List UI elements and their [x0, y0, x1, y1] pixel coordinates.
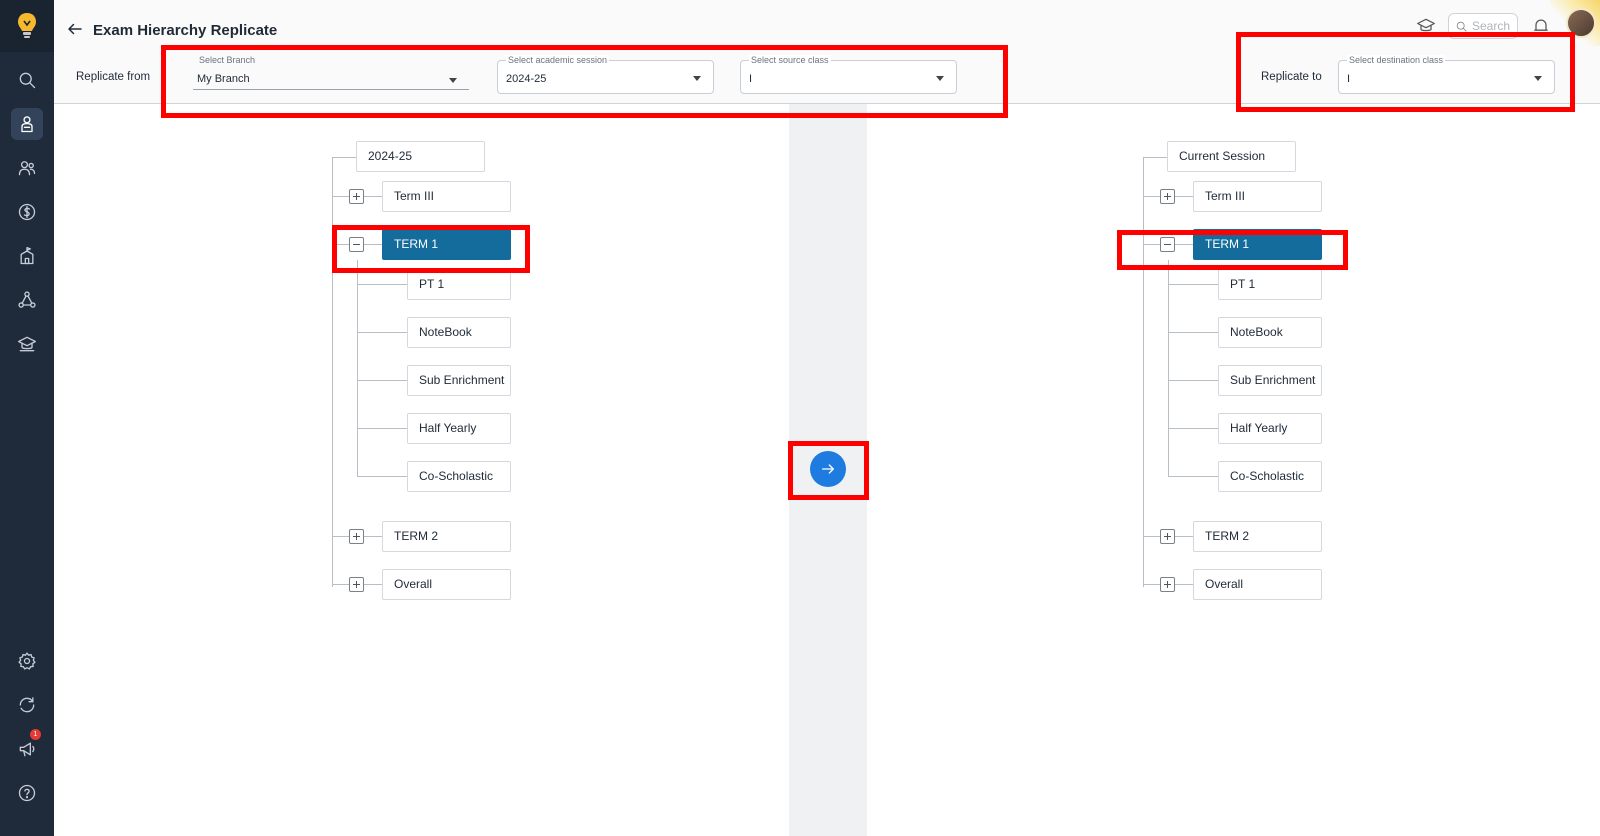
tree-exam-node[interactable]: PT 1	[407, 269, 511, 300]
replicate-from-label: Replicate from	[76, 71, 151, 83]
tree-sub-branch-line	[357, 476, 407, 477]
tree-branch-line	[1143, 157, 1167, 158]
tree-trunk-line	[332, 157, 333, 587]
tree-sub-branch-line	[357, 380, 407, 381]
tree-sub-branch-line	[1168, 332, 1218, 333]
tree-exam-node[interactable]: PT 1	[1218, 269, 1322, 300]
tree-exam-node[interactable]: NoteBook	[1218, 317, 1322, 348]
nav-sync[interactable]	[11, 689, 43, 721]
dollar-icon	[18, 203, 36, 221]
tree-root-node[interactable]: 2024-25	[356, 141, 485, 172]
tree-sub-branch-line	[1168, 428, 1218, 429]
tree-root-node[interactable]: Current Session	[1167, 141, 1296, 172]
expand-toggle[interactable]	[349, 529, 364, 544]
tree-term-node[interactable]: Overall	[382, 569, 511, 600]
source-selectors-highlight	[161, 45, 1008, 118]
tree-term-node[interactable]: Term III	[382, 181, 511, 212]
lightbulb-logo-icon	[18, 13, 36, 38]
tree-exam-node[interactable]: Co-Scholastic	[407, 461, 511, 492]
tree-sub-branch-line	[1168, 476, 1218, 477]
building-icon	[20, 247, 34, 265]
megaphone-icon	[19, 742, 35, 757]
refresh-icon	[19, 697, 35, 713]
tree-term-node[interactable]: TERM 2	[382, 521, 511, 552]
nav-announcements[interactable]: 1	[11, 729, 43, 765]
tree-sub-branch-line	[1168, 284, 1218, 285]
tree-sub-branch-line	[357, 428, 407, 429]
nav-exams[interactable]	[11, 108, 43, 140]
app-root: 1 Exam Hierarchy Replicate Search Replic…	[0, 0, 1600, 836]
gear-icon	[18, 652, 36, 670]
back-button[interactable]	[66, 20, 86, 40]
destination-term1-highlight	[1117, 230, 1348, 270]
nav-academics[interactable]	[11, 328, 43, 360]
graduation-icon	[18, 336, 36, 352]
search-icon	[1456, 21, 1467, 32]
source-term1-highlight	[332, 225, 530, 273]
nav-people[interactable]	[11, 152, 43, 184]
search-icon	[19, 72, 36, 89]
tree-trunk-line	[1143, 157, 1144, 587]
nav-institute[interactable]	[11, 240, 43, 272]
tree-branch-line	[332, 157, 356, 158]
app-logo[interactable]	[0, 0, 54, 52]
expand-toggle[interactable]	[349, 189, 364, 204]
sidebar: 1	[0, 0, 54, 836]
expand-toggle[interactable]	[349, 577, 364, 592]
tree-exam-node[interactable]: Sub Enrichment	[1218, 365, 1322, 396]
search-placeholder: Search	[1472, 19, 1511, 33]
tree-sub-trunk-line	[357, 260, 358, 477]
people-icon	[18, 161, 36, 176]
tree-exam-node[interactable]: NoteBook	[407, 317, 511, 348]
tree-exam-node[interactable]: Half Yearly	[1218, 413, 1322, 444]
nav-fees[interactable]	[11, 196, 43, 228]
student-icon	[21, 116, 33, 133]
help-icon	[18, 784, 36, 802]
notification-badge: 1	[30, 729, 41, 740]
network-icon	[18, 291, 36, 308]
tree-exam-node[interactable]: Sub Enrichment	[407, 365, 511, 396]
expand-toggle[interactable]	[1160, 529, 1175, 544]
tree-exam-node[interactable]: Half Yearly	[407, 413, 511, 444]
page-title: Exam Hierarchy Replicate	[93, 22, 278, 39]
tree-sub-branch-line	[357, 332, 407, 333]
expand-toggle[interactable]	[1160, 189, 1175, 204]
expand-toggle[interactable]	[1160, 577, 1175, 592]
nav-network[interactable]	[11, 284, 43, 316]
tree-term-node[interactable]: Term III	[1193, 181, 1322, 212]
arrow-left-icon	[68, 23, 82, 35]
nav-help[interactable]	[11, 777, 43, 809]
tree-sub-branch-line	[357, 284, 407, 285]
tree-sub-trunk-line	[1168, 260, 1169, 477]
nav-settings[interactable]	[11, 645, 43, 677]
nav-search[interactable]	[11, 64, 43, 96]
tree-term-node[interactable]: Overall	[1193, 569, 1322, 600]
replicate-button-highlight	[788, 441, 869, 500]
tree-sub-branch-line	[1168, 380, 1218, 381]
tree-term-node[interactable]: TERM 2	[1193, 521, 1322, 552]
tree-exam-node[interactable]: Co-Scholastic	[1218, 461, 1322, 492]
destination-selector-highlight	[1236, 32, 1575, 112]
